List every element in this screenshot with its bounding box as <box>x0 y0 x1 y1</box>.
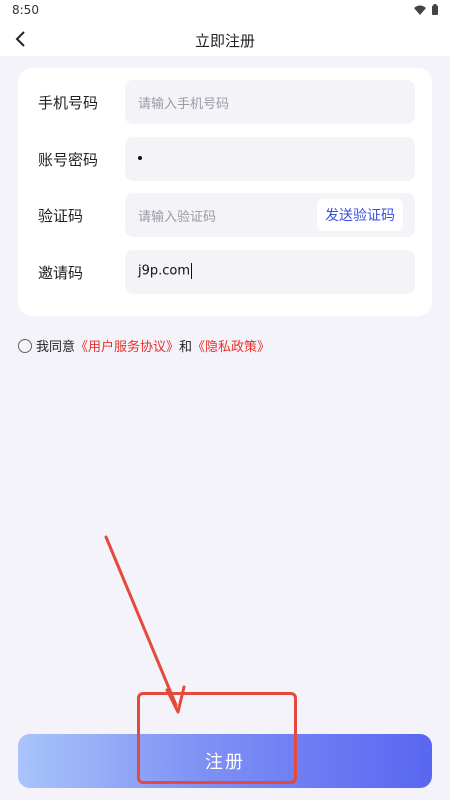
invite-row: 邀请码 j9p.com <box>18 250 432 294</box>
code-label: 验证码 <box>38 207 84 225</box>
annotation-arrow-head <box>165 685 186 714</box>
password-mask <box>138 156 142 160</box>
battery-icon <box>432 4 438 15</box>
phone-label: 手机号码 <box>38 94 99 112</box>
code-row: 验证码 请输入验证码 发送验证码 <box>18 193 432 237</box>
status-time: 8:50 <box>12 3 39 17</box>
code-input[interactable]: 请输入验证码 发送验证码 <box>125 193 415 237</box>
phone-placeholder: 请输入手机号码 <box>138 97 230 112</box>
code-placeholder: 请输入验证码 <box>138 210 217 225</box>
invite-value-wrap: j9p.com <box>138 263 193 279</box>
privacy-link[interactable]: 《隐私政策》 <box>192 336 270 355</box>
invite-input[interactable]: j9p.com <box>125 250 415 294</box>
phone-input[interactable]: 请输入手机号码 <box>125 80 415 124</box>
wifi-icon <box>414 5 426 15</box>
register-button[interactable]: 注册 <box>18 734 432 788</box>
annotation-arrow-shaft <box>104 535 178 707</box>
password-label: 账号密码 <box>38 151 99 169</box>
password-row: 账号密码 <box>18 137 432 181</box>
nav-bar: 立即注册 <box>0 22 450 56</box>
agree-radio[interactable] <box>18 338 32 353</box>
register-button-label: 注册 <box>205 752 245 773</box>
phone-row: 手机号码 请输入手机号码 <box>18 80 432 124</box>
agree-prefix: 我同意 <box>36 340 76 355</box>
status-icons <box>414 4 438 15</box>
terms-link[interactable]: 《用户服务协议》 <box>75 336 179 355</box>
send-code-button[interactable]: 发送验证码 <box>317 199 403 231</box>
status-bar: 8:50 <box>0 0 450 22</box>
page-title: 立即注册 <box>194 32 255 50</box>
password-input[interactable] <box>125 137 415 181</box>
agreement-row: 我同意 《用户服务协议》 和 《隐私政策》 <box>18 336 270 355</box>
invite-value: j9p.com <box>138 263 191 279</box>
agree-conj: 和 <box>179 340 193 355</box>
invite-label: 邀请码 <box>38 264 84 282</box>
text-caret <box>191 263 193 279</box>
register-form-card: 手机号码 请输入手机号码 账号密码 验证码 请输入验证码 发送验证码 邀请码 j… <box>18 68 432 316</box>
